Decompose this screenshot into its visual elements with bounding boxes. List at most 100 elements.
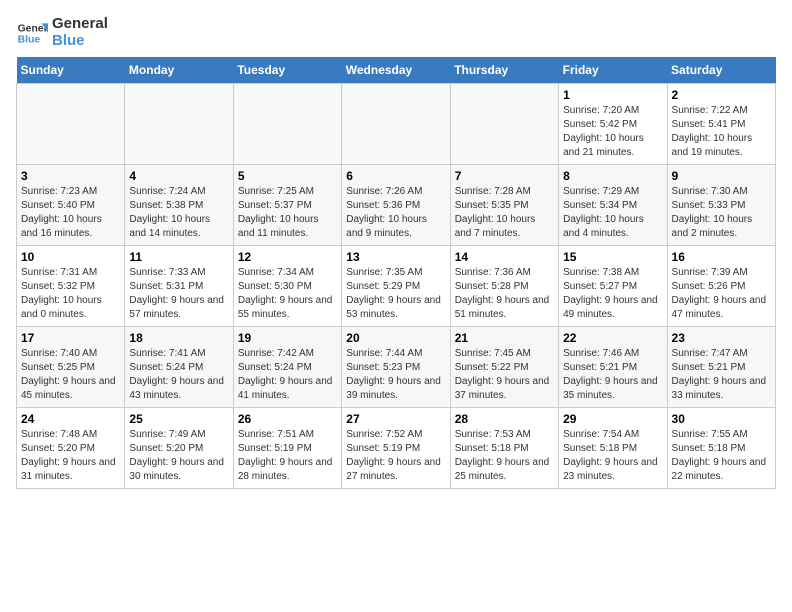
day-info: Sunrise: 7:33 AM Sunset: 5:31 PM Dayligh… bbox=[129, 266, 228, 322]
day-info: Sunrise: 7:25 AM Sunset: 5:37 PM Dayligh… bbox=[238, 185, 337, 241]
calendar-day: 24Sunrise: 7:48 AM Sunset: 5:20 PM Dayli… bbox=[17, 408, 125, 489]
day-header-tuesday: Tuesday bbox=[233, 57, 341, 84]
day-info: Sunrise: 7:52 AM Sunset: 5:19 PM Dayligh… bbox=[346, 428, 445, 484]
calendar-day: 9Sunrise: 7:30 AM Sunset: 5:33 PM Daylig… bbox=[667, 165, 775, 246]
day-info: Sunrise: 7:35 AM Sunset: 5:29 PM Dayligh… bbox=[346, 266, 445, 322]
calendar-day bbox=[342, 84, 450, 165]
day-number: 17 bbox=[21, 331, 120, 345]
day-info: Sunrise: 7:42 AM Sunset: 5:24 PM Dayligh… bbox=[238, 347, 337, 403]
day-number: 13 bbox=[346, 250, 445, 264]
day-number: 8 bbox=[563, 169, 662, 183]
day-info: Sunrise: 7:38 AM Sunset: 5:27 PM Dayligh… bbox=[563, 266, 662, 322]
calendar-day: 8 Sunrise: 7:29 AM Sunset: 5:34 PM Daylig… bbox=[559, 165, 667, 246]
day-number: 28 bbox=[455, 412, 554, 426]
day-info: Sunrise: 7:54 AM Sunset: 5:18 PM Dayligh… bbox=[563, 428, 662, 484]
calendar-day: 29 Sunrise: 7:54 AM Sunset: 5:18 PM Dayli… bbox=[559, 408, 667, 489]
day-number: 26 bbox=[238, 412, 337, 426]
page-header: General Blue General Blue bbox=[16, 16, 776, 49]
calendar-header-row: SundayMondayTuesdayWednesdayThursdayFrid… bbox=[17, 57, 776, 84]
day-header-wednesday: Wednesday bbox=[342, 57, 450, 84]
day-info: Sunrise: 7:39 AM Sunset: 5:26 PM Dayligh… bbox=[672, 266, 771, 322]
calendar-day: 27 Sunrise: 7:52 AM Sunset: 5:19 PM Dayli… bbox=[342, 408, 450, 489]
day-info: Sunrise: 7:29 AM Sunset: 5:34 PM Dayligh… bbox=[563, 185, 662, 241]
day-number: 1 bbox=[563, 88, 662, 102]
calendar-day: 4 Sunrise: 7:24 AM Sunset: 5:38 PM Daylig… bbox=[125, 165, 233, 246]
day-number: 29 bbox=[563, 412, 662, 426]
day-header-friday: Friday bbox=[559, 57, 667, 84]
day-number: 22 bbox=[563, 331, 662, 345]
day-info: Sunrise: 7:22 AM Sunset: 5:41 PM Dayligh… bbox=[672, 104, 771, 160]
day-info: Sunrise: 7:28 AM Sunset: 5:35 PM Dayligh… bbox=[455, 185, 554, 241]
calendar-day: 25 Sunrise: 7:49 AM Sunset: 5:20 PM Dayli… bbox=[125, 408, 233, 489]
day-info: Sunrise: 7:49 AM Sunset: 5:20 PM Dayligh… bbox=[129, 428, 228, 484]
svg-text:Blue: Blue bbox=[18, 34, 41, 45]
day-info: Sunrise: 7:34 AM Sunset: 5:30 PM Dayligh… bbox=[238, 266, 337, 322]
calendar-day: 22 Sunrise: 7:46 AM Sunset: 5:21 PM Dayli… bbox=[559, 327, 667, 408]
day-info: Sunrise: 7:23 AM Sunset: 5:40 PM Dayligh… bbox=[21, 185, 120, 241]
day-info: Sunrise: 7:53 AM Sunset: 5:18 PM Dayligh… bbox=[455, 428, 554, 484]
calendar-day: 16 Sunrise: 7:39 AM Sunset: 5:26 PM Dayli… bbox=[667, 246, 775, 327]
day-number: 20 bbox=[346, 331, 445, 345]
day-number: 15 bbox=[563, 250, 662, 264]
day-number: 10 bbox=[21, 250, 120, 264]
day-header-thursday: Thursday bbox=[450, 57, 558, 84]
calendar-day: 7 Sunrise: 7:28 AM Sunset: 5:35 PM Daylig… bbox=[450, 165, 558, 246]
logo-icon: General Blue bbox=[16, 17, 48, 49]
day-info: Sunrise: 7:51 AM Sunset: 5:19 PM Dayligh… bbox=[238, 428, 337, 484]
calendar-day: 20 Sunrise: 7:44 AM Sunset: 5:23 PM Dayli… bbox=[342, 327, 450, 408]
calendar-day: 5Sunrise: 7:25 AM Sunset: 5:37 PM Daylig… bbox=[233, 165, 341, 246]
calendar-day: 26 Sunrise: 7:51 AM Sunset: 5:19 PM Dayli… bbox=[233, 408, 341, 489]
calendar-day: 23 Sunrise: 7:47 AM Sunset: 5:21 PM Dayli… bbox=[667, 327, 775, 408]
day-number: 19 bbox=[238, 331, 337, 345]
calendar-day bbox=[125, 84, 233, 165]
calendar-week-row: 24Sunrise: 7:48 AM Sunset: 5:20 PM Dayli… bbox=[17, 408, 776, 489]
calendar-week-row: 1 Sunrise: 7:20 AM Sunset: 5:42 PM Daylig… bbox=[17, 84, 776, 165]
calendar-week-row: 10 Sunrise: 7:31 AM Sunset: 5:32 PM Dayli… bbox=[17, 246, 776, 327]
day-info: Sunrise: 7:30 AM Sunset: 5:33 PM Dayligh… bbox=[672, 185, 771, 241]
day-info: Sunrise: 7:31 AM Sunset: 5:32 PM Dayligh… bbox=[21, 266, 120, 322]
calendar-table: SundayMondayTuesdayWednesdayThursdayFrid… bbox=[16, 57, 776, 489]
logo: General Blue General Blue bbox=[16, 16, 108, 49]
logo-general: General bbox=[52, 16, 108, 33]
day-number: 16 bbox=[672, 250, 771, 264]
calendar-day: 6Sunrise: 7:26 AM Sunset: 5:36 PM Daylig… bbox=[342, 165, 450, 246]
day-info: Sunrise: 7:47 AM Sunset: 5:21 PM Dayligh… bbox=[672, 347, 771, 403]
day-info: Sunrise: 7:45 AM Sunset: 5:22 PM Dayligh… bbox=[455, 347, 554, 403]
day-number: 23 bbox=[672, 331, 771, 345]
day-number: 27 bbox=[346, 412, 445, 426]
calendar-day bbox=[17, 84, 125, 165]
calendar-day: 18 Sunrise: 7:41 AM Sunset: 5:24 PM Dayli… bbox=[125, 327, 233, 408]
calendar-day: 28 Sunrise: 7:53 AM Sunset: 5:18 PM Dayli… bbox=[450, 408, 558, 489]
day-info: Sunrise: 7:41 AM Sunset: 5:24 PM Dayligh… bbox=[129, 347, 228, 403]
day-number: 7 bbox=[455, 169, 554, 183]
day-info: Sunrise: 7:36 AM Sunset: 5:28 PM Dayligh… bbox=[455, 266, 554, 322]
day-number: 11 bbox=[129, 250, 228, 264]
day-header-saturday: Saturday bbox=[667, 57, 775, 84]
day-number: 25 bbox=[129, 412, 228, 426]
day-info: Sunrise: 7:20 AM Sunset: 5:42 PM Dayligh… bbox=[563, 104, 662, 160]
calendar-day: 12Sunrise: 7:34 AM Sunset: 5:30 PM Dayli… bbox=[233, 246, 341, 327]
calendar-day: 30 Sunrise: 7:55 AM Sunset: 5:18 PM Dayli… bbox=[667, 408, 775, 489]
day-info: Sunrise: 7:26 AM Sunset: 5:36 PM Dayligh… bbox=[346, 185, 445, 241]
day-info: Sunrise: 7:55 AM Sunset: 5:18 PM Dayligh… bbox=[672, 428, 771, 484]
logo-blue: Blue bbox=[52, 33, 108, 50]
calendar-day: 10 Sunrise: 7:31 AM Sunset: 5:32 PM Dayli… bbox=[17, 246, 125, 327]
calendar-day: 19 Sunrise: 7:42 AM Sunset: 5:24 PM Dayli… bbox=[233, 327, 341, 408]
day-header-sunday: Sunday bbox=[17, 57, 125, 84]
day-info: Sunrise: 7:46 AM Sunset: 5:21 PM Dayligh… bbox=[563, 347, 662, 403]
day-number: 4 bbox=[129, 169, 228, 183]
day-info: Sunrise: 7:44 AM Sunset: 5:23 PM Dayligh… bbox=[346, 347, 445, 403]
day-info: Sunrise: 7:24 AM Sunset: 5:38 PM Dayligh… bbox=[129, 185, 228, 241]
day-number: 21 bbox=[455, 331, 554, 345]
day-number: 3 bbox=[21, 169, 120, 183]
calendar-day bbox=[450, 84, 558, 165]
day-number: 30 bbox=[672, 412, 771, 426]
day-number: 24 bbox=[21, 412, 120, 426]
calendar-day: 2Sunrise: 7:22 AM Sunset: 5:41 PM Daylig… bbox=[667, 84, 775, 165]
day-info: Sunrise: 7:40 AM Sunset: 5:25 PM Dayligh… bbox=[21, 347, 120, 403]
calendar-day: 11 Sunrise: 7:33 AM Sunset: 5:31 PM Dayli… bbox=[125, 246, 233, 327]
calendar-day bbox=[233, 84, 341, 165]
calendar-day: 15 Sunrise: 7:38 AM Sunset: 5:27 PM Dayli… bbox=[559, 246, 667, 327]
day-number: 14 bbox=[455, 250, 554, 264]
day-number: 18 bbox=[129, 331, 228, 345]
